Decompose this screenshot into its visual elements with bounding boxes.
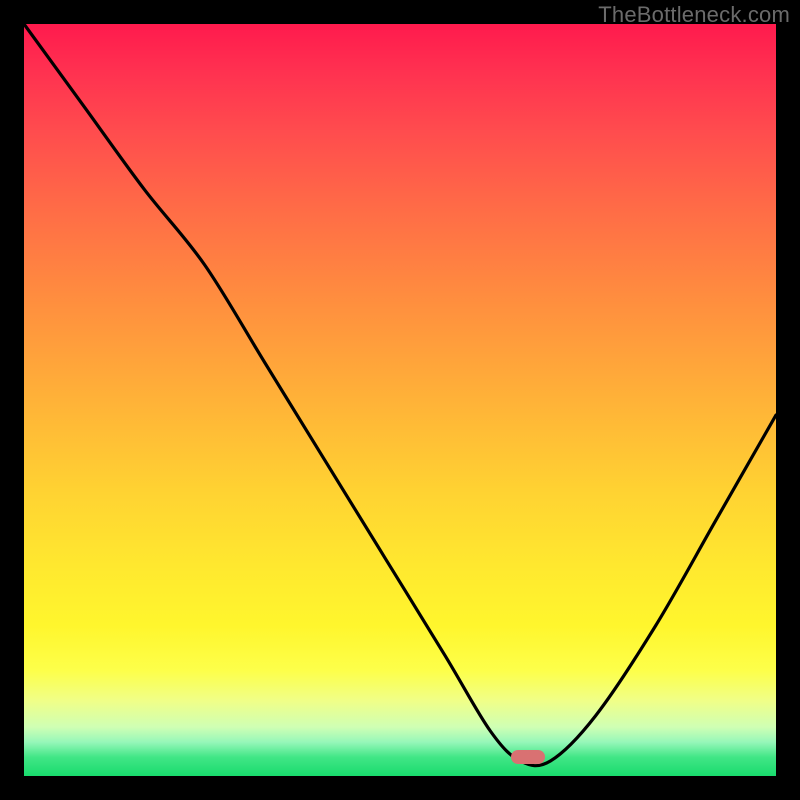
bottleneck-curve xyxy=(24,24,776,776)
plot-area xyxy=(24,24,776,776)
optimal-point-marker xyxy=(511,750,545,764)
curve-path xyxy=(24,24,776,766)
